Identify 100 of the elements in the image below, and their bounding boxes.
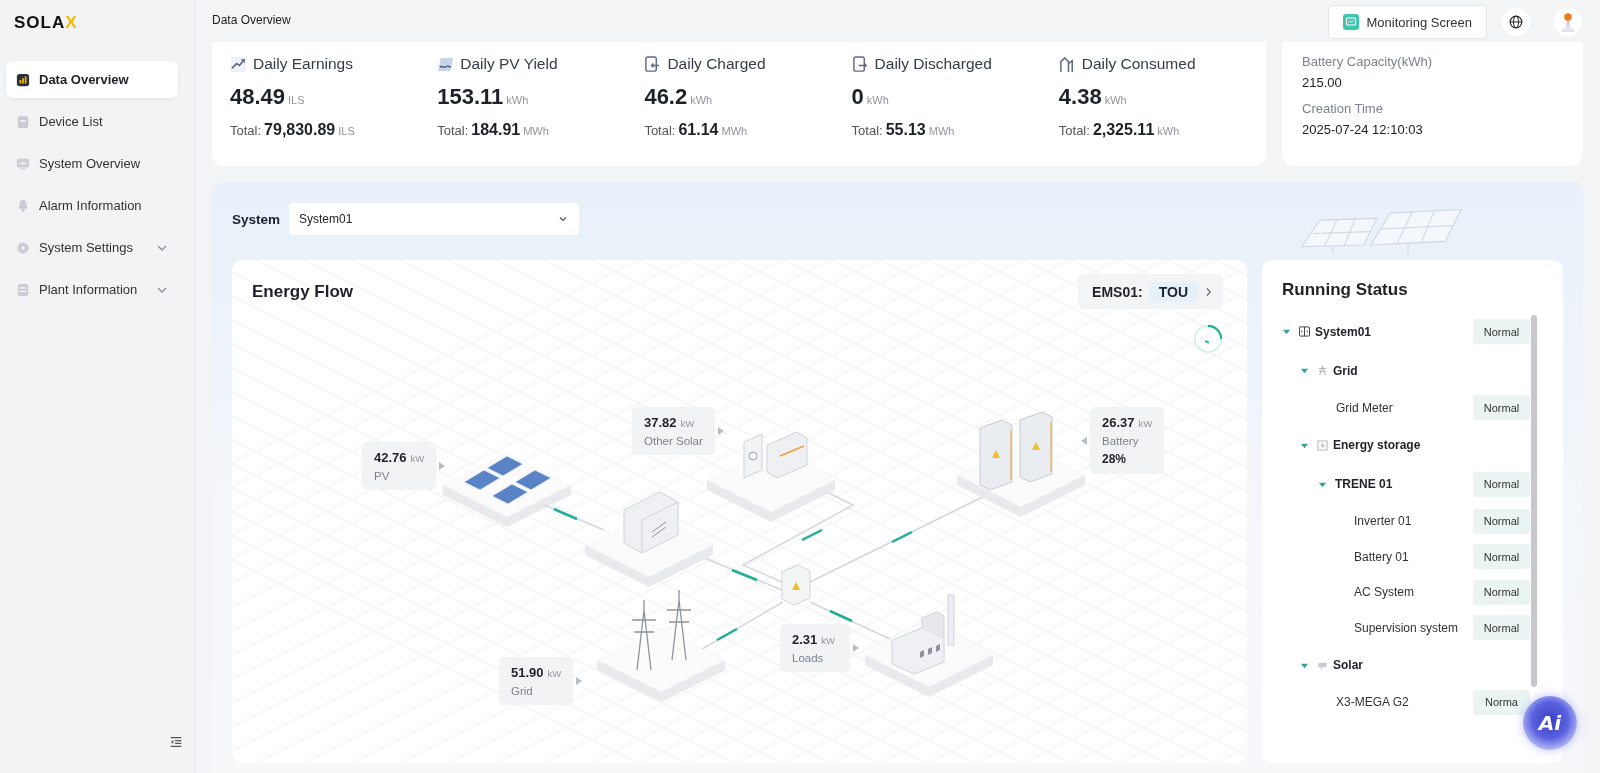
pointer-icon bbox=[439, 462, 446, 470]
stat-title: Daily Discharged bbox=[874, 55, 992, 73]
device-icon bbox=[16, 114, 30, 129]
tree-item[interactable]: System01 bbox=[1315, 324, 1468, 339]
monitoring-screen-button[interactable]: Monitoring Screen bbox=[1327, 5, 1487, 39]
power-value: 37.82 bbox=[644, 415, 677, 430]
system-label: System bbox=[232, 211, 281, 227]
total-value: 61.14 bbox=[678, 121, 719, 139]
card-title: Energy Flow bbox=[252, 281, 354, 302]
cabinet-icon bbox=[1299, 326, 1310, 337]
refresh-icon[interactable] bbox=[1193, 324, 1223, 354]
card-title: Running Status bbox=[1282, 280, 1409, 300]
bell-icon bbox=[16, 198, 30, 213]
pointer-icon bbox=[1081, 436, 1087, 445]
scrollbar[interactable] bbox=[1531, 315, 1537, 687]
power-value: 2.31 bbox=[792, 632, 818, 647]
brand-logo: SOLAX bbox=[13, 12, 79, 34]
system-select[interactable]: System01 bbox=[289, 203, 580, 235]
status-tag: Normal bbox=[1473, 319, 1530, 344]
total-label: Total: bbox=[437, 123, 469, 138]
globe-icon[interactable] bbox=[1501, 7, 1531, 37]
unit-label: kW bbox=[547, 668, 562, 679]
solar-panel-icon bbox=[437, 55, 455, 73]
breadcrumb: Data Overview bbox=[212, 13, 291, 27]
stat-value: 46.2 bbox=[644, 84, 688, 110]
ems-mode-button[interactable]: EMS01: TOU bbox=[1078, 274, 1223, 309]
stat-value: 48.49 bbox=[230, 84, 286, 110]
battery-percentage: 28% bbox=[1102, 452, 1128, 466]
building-icon bbox=[1058, 55, 1076, 73]
unit-label: kW bbox=[1138, 418, 1153, 429]
unit-label: MWh bbox=[928, 125, 955, 137]
settings-icon bbox=[16, 240, 30, 255]
pointer-icon bbox=[853, 644, 859, 652]
unit-label: kW bbox=[821, 635, 836, 646]
stat-title: Daily Charged bbox=[667, 55, 766, 73]
sidebar-item[interactable]: Data Overview bbox=[6, 61, 178, 98]
tree-item[interactable]: Solar bbox=[1333, 658, 1530, 672]
status-tag: Normal bbox=[1473, 579, 1530, 605]
unit-label: kWh bbox=[1104, 94, 1127, 106]
caret-icon[interactable] bbox=[1300, 366, 1309, 375]
unit-label: kWh bbox=[866, 94, 889, 106]
avatar-icon[interactable] bbox=[1553, 7, 1583, 37]
tree-item[interactable]: AC System bbox=[1354, 585, 1468, 600]
sidebar-item[interactable]: Alarm Information bbox=[6, 187, 178, 224]
info-label: Creation Time bbox=[1302, 101, 1384, 116]
info-value: 2025-07-24 12:10:03 bbox=[1302, 122, 1424, 137]
power-value: 42.76 bbox=[374, 450, 407, 465]
monitor-icon bbox=[16, 156, 30, 171]
discharge-icon bbox=[851, 55, 869, 73]
sidebar-item[interactable]: System Settings bbox=[6, 229, 178, 266]
node-name: Battery bbox=[1102, 435, 1140, 447]
status-tag: Normal bbox=[1473, 508, 1530, 534]
status-tag: Normal bbox=[1473, 615, 1530, 641]
tree-item[interactable]: Supervision system bbox=[1354, 620, 1468, 635]
database-icon bbox=[16, 282, 30, 297]
stat-title: Daily PV Yield bbox=[460, 55, 558, 73]
unit-label: kWh bbox=[1157, 125, 1180, 137]
power-value: 51.90 bbox=[511, 665, 544, 680]
unit-label: kWh bbox=[690, 94, 713, 106]
trend-icon bbox=[230, 55, 247, 73]
node-name: Grid bbox=[511, 685, 534, 697]
unit-label: ILS bbox=[338, 125, 355, 137]
battery-icon bbox=[1317, 439, 1328, 451]
sidebar-item[interactable]: System Overview bbox=[6, 145, 178, 182]
unit-label: MWh bbox=[523, 125, 549, 137]
status-tag: Normal bbox=[1473, 471, 1530, 497]
total-label: Total: bbox=[644, 123, 676, 138]
tree-item[interactable]: TRENE 01 bbox=[1335, 477, 1468, 491]
total-value: 55.13 bbox=[885, 121, 926, 139]
collapse-menu-icon[interactable] bbox=[169, 735, 183, 749]
pointer-icon bbox=[717, 427, 724, 435]
stat-value: 153.11 bbox=[437, 84, 504, 110]
tree-item[interactable]: Grid Meter bbox=[1336, 400, 1468, 415]
tree-item[interactable]: X3-MEGA G2 bbox=[1336, 695, 1468, 710]
unit-label: kWh bbox=[506, 94, 529, 106]
status-tag: Normal bbox=[1473, 544, 1530, 570]
info-value: 215.00 bbox=[1302, 75, 1343, 90]
total-label: Total: bbox=[1058, 123, 1090, 138]
tree-item[interactable]: Grid bbox=[1333, 363, 1530, 378]
stat-value: 4.38 bbox=[1058, 84, 1102, 110]
tree-item[interactable]: Energy storage bbox=[1333, 438, 1530, 452]
status-tag: Normal bbox=[1473, 395, 1530, 421]
node-name: PV bbox=[374, 470, 391, 482]
unit-label: MWh bbox=[721, 125, 748, 137]
caret-icon[interactable] bbox=[1282, 327, 1291, 336]
total-value: 2,325.11 bbox=[1092, 121, 1155, 139]
chevron-right-icon bbox=[1204, 285, 1213, 298]
sidebar-item[interactable]: Device List bbox=[6, 103, 178, 140]
tree-item[interactable]: Battery 01 bbox=[1354, 549, 1468, 564]
total-value: 79,830.89 bbox=[264, 121, 336, 139]
status-tag: Norma bbox=[1473, 689, 1530, 715]
sidebar-item[interactable]: Plant Information bbox=[6, 271, 178, 308]
total-label: Total: bbox=[230, 123, 262, 138]
stat-title: Daily Earnings bbox=[253, 55, 353, 73]
chart-icon bbox=[16, 72, 30, 87]
tree-item[interactable]: Inverter 01 bbox=[1354, 514, 1468, 529]
flow-line bbox=[543, 504, 605, 531]
monitor-icon bbox=[1342, 14, 1359, 30]
unit-label: kW bbox=[680, 418, 695, 429]
info-label: Battery Capacity(kWh) bbox=[1302, 54, 1434, 69]
